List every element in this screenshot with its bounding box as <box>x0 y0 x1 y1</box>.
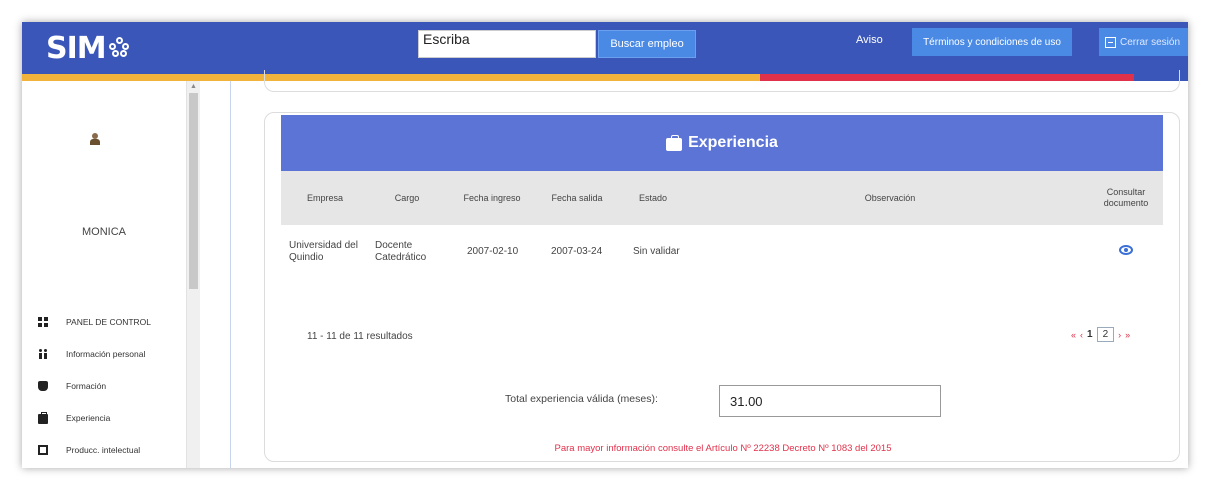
table-header: Empresa Cargo Fecha ingreso Fecha salida… <box>281 171 1163 225</box>
column-header: Fecha ingreso <box>463 193 521 203</box>
previous-card <box>264 70 1180 92</box>
total-label: Total experiencia válida (meses): <box>505 393 658 405</box>
scroll-thumb[interactable] <box>189 93 198 289</box>
total-experience-field[interactable]: 31.00 <box>719 385 941 417</box>
avatar-icon <box>89 133 101 145</box>
simo-logo[interactable]: SIM <box>46 28 131 68</box>
cell-estado: Sin validar <box>633 246 680 257</box>
username: MONICA <box>82 226 126 238</box>
cell-observacion <box>711 229 1081 275</box>
divider <box>230 81 231 468</box>
cell-empresa: Universidad del Quindio <box>289 240 358 263</box>
book-icon <box>38 445 48 455</box>
terms-button[interactable]: Términos y condiciones de uso <box>912 28 1072 56</box>
first-page-icon[interactable]: « <box>1071 330 1076 340</box>
briefcase-icon <box>666 134 683 151</box>
dashboard-icon <box>38 317 48 327</box>
cell-cargo: Docente Catedrático <box>375 240 427 263</box>
briefcase-icon <box>38 412 48 424</box>
sidebar-item-formacion[interactable]: Formación <box>38 370 151 402</box>
search-input[interactable]: Escriba <box>418 30 596 58</box>
top-bar: SIM Escriba Buscar empleo Aviso Términos… <box>22 22 1188 74</box>
sidebar-item-label: Producc. intelectual <box>66 445 141 455</box>
page-2-button[interactable]: 2 <box>1096 327 1115 342</box>
logout-label: Cerrar sesión <box>1120 36 1181 48</box>
logout-button[interactable]: Cerrar sesión <box>1099 28 1188 56</box>
sidebar-item-label: Información personal <box>66 349 146 359</box>
column-header: Observación <box>864 193 916 203</box>
sidebar-nav: PANEL DE CONTROL Información personal Fo… <box>38 306 151 466</box>
sidebar-scrollbar[interactable]: ▲ <box>186 81 200 468</box>
column-header: Estado <box>638 193 668 203</box>
sidebar-item-label: Experiencia <box>66 413 111 423</box>
column-header: Consultar documento <box>1103 187 1149 208</box>
column-header: Fecha salida <box>551 193 603 203</box>
sidebar-item-label: Formación <box>66 381 107 391</box>
column-header: Cargo <box>394 193 420 203</box>
logo-text: SIM <box>46 30 107 66</box>
logout-icon <box>1105 36 1116 48</box>
pagination: « ‹ 1 2 › » <box>1071 327 1130 342</box>
search-button[interactable]: Buscar empleo <box>598 30 696 58</box>
sidebar-item-personal[interactable]: Información personal <box>38 338 151 370</box>
aviso-link[interactable]: Aviso <box>856 34 883 46</box>
column-header: Empresa <box>306 193 343 203</box>
card-header: Experiencia <box>281 115 1163 171</box>
logo-flower-icon <box>108 37 131 59</box>
view-document-icon[interactable] <box>1119 245 1133 255</box>
sidebar-item-produccion[interactable]: Producc. intelectual <box>38 434 151 466</box>
graduation-cap-icon <box>38 381 48 391</box>
prev-page-icon[interactable]: ‹ <box>1080 330 1083 340</box>
cell-fecha-salida: 2007-03-24 <box>551 246 603 257</box>
sidebar-item-label: PANEL DE CONTROL <box>66 317 152 327</box>
last-page-icon[interactable]: » <box>1125 330 1130 340</box>
experience-card: Experiencia Empresa Cargo Fecha ingreso … <box>264 112 1180 462</box>
next-page-icon[interactable]: › <box>1118 330 1121 340</box>
results-count: 11 - 11 de 11 resultados <box>307 331 413 342</box>
sidebar-item-panel[interactable]: PANEL DE CONTROL <box>38 306 151 338</box>
scroll-up-icon[interactable]: ▲ <box>190 83 197 90</box>
cell-fecha-ingreso: 2007-02-10 <box>467 246 519 257</box>
card-title: Experiencia <box>688 134 778 151</box>
person-icon <box>38 349 48 359</box>
sidebar: MONICA PANEL DE CONTROL Información pers… <box>22 81 200 468</box>
table-row: Universidad del Quindio Docente Catedrát… <box>281 229 1163 275</box>
info-footnote: Para mayor información consulte el Artíc… <box>554 443 892 454</box>
page-1-button[interactable]: 1 <box>1087 329 1093 340</box>
sidebar-item-experiencia[interactable]: Experiencia <box>38 402 151 434</box>
app-window: SIM Escriba Buscar empleo Aviso Términos… <box>22 22 1188 468</box>
